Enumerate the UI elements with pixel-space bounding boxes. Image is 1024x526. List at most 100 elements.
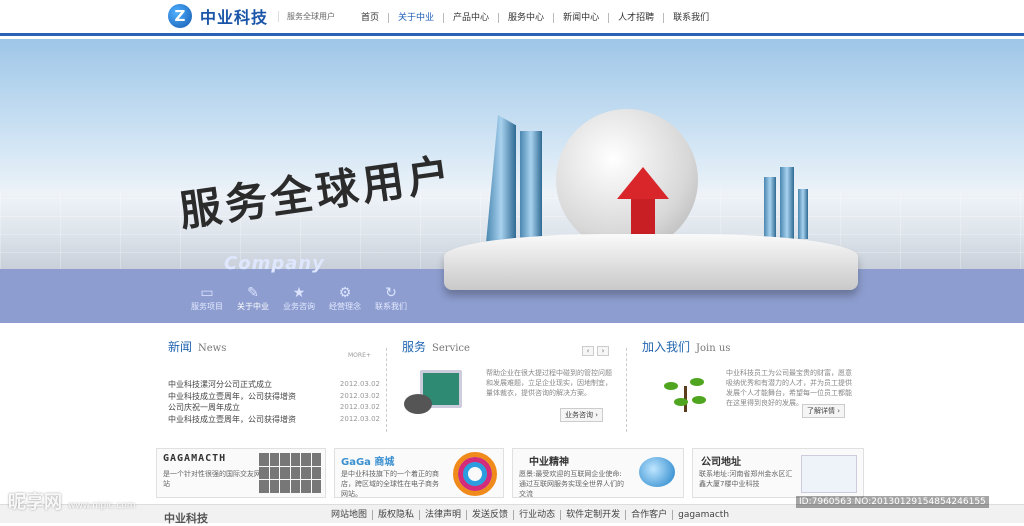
card-spirit[interactable]: 中业精神 愿景:最受欢迎的互联网企业使命:通过互联网服务实现全世界人们的交流 xyxy=(512,448,684,498)
divider xyxy=(626,348,627,432)
footer-logo[interactable]: 中业科技 xyxy=(164,510,208,526)
banner-nav: ▭ 服务项目 ✎ 关于中业 ★ 业务咨询 ⚙ 经营理念 ↻ 联系我们 xyxy=(184,285,414,312)
banner-nav-services[interactable]: ▭ 服务项目 xyxy=(184,285,230,312)
list-item[interactable]: 中业科技成立壹周年，公司获得增资 2012.03.02 xyxy=(168,391,380,403)
prev-button[interactable]: ‹ xyxy=(582,346,594,356)
next-button[interactable]: › xyxy=(597,346,609,356)
nav-item-jobs[interactable]: 人才招聘 xyxy=(608,13,663,23)
card-text: 愿景:最受欢迎的互联网企业使命:通过互联网服务实现全世界人们的交流 xyxy=(519,470,624,498)
card-gaga-mall[interactable]: GaGa 商城 是中业科技旗下的一个着正的商店，跨区域的全球性在电子商务网站。 xyxy=(334,448,504,498)
news-item-title: 公司庆祝一周年成立 xyxy=(168,403,240,412)
news-list: 中业科技漯河分公司正式成立 2012.03.02 中业科技成立壹周年，公司获得增资… xyxy=(168,379,380,425)
news-item-date: 2012.03.02 xyxy=(339,391,380,400)
open-book-illustration xyxy=(444,234,858,290)
promo-cards: GAGAMACTH 是一个针对性很强的国际交友网站 GaGa 商城 是中业科技旗… xyxy=(156,448,864,498)
banner-nav-label: 关于中业 xyxy=(237,302,269,311)
banner-nav-about[interactable]: ✎ 关于中业 xyxy=(230,285,276,312)
map-thumbnail xyxy=(801,455,857,493)
service-title-cn: 服务 xyxy=(402,340,427,354)
banner-nav-label: 服务项目 xyxy=(191,302,223,311)
footer-link-legal[interactable]: 法律声明 xyxy=(419,510,466,520)
card-gagamacth[interactable]: GAGAMACTH 是一个针对性很强的国际交友网站 xyxy=(156,448,326,498)
card-title: GaGa 商城 xyxy=(341,457,395,468)
footer-link-gagamacth[interactable]: gagamacth xyxy=(672,510,734,520)
watermark-logo: 昵享网 xyxy=(8,492,62,513)
photo-tile xyxy=(301,480,311,493)
banner-nav-philosophy[interactable]: ⚙ 经营理念 xyxy=(322,285,368,312)
news-title-en: News xyxy=(198,343,227,354)
footer-link-partners[interactable]: 合作客户 xyxy=(625,510,672,520)
card-title: 中业精神 xyxy=(529,457,569,468)
header-slogan: 服务全球用户 xyxy=(278,10,335,22)
list-item[interactable]: 中业科技漯河分公司正式成立 2012.03.02 xyxy=(168,379,380,391)
service-arrows: ‹ › xyxy=(582,346,609,356)
learn-more-button[interactable]: 了解详情 › xyxy=(802,404,846,418)
content-section: 新闻 News MORE+ 中业科技漯河分公司正式成立 2012.03.02 中业科… xyxy=(156,338,868,438)
photo-tile xyxy=(269,453,279,466)
skyscraper xyxy=(486,115,516,243)
nav-item-about[interactable]: 关于中业 xyxy=(388,13,443,23)
nav-item-service[interactable]: 服务中心 xyxy=(498,13,553,23)
leaf xyxy=(674,398,688,406)
nav-item-news[interactable]: 新闻中心 xyxy=(553,13,608,23)
footer-links: 网站地图 版权隐私 法律声明 发送反馈 行业动态 软件定制开发 合作客户 gag… xyxy=(326,510,734,520)
news-more-link[interactable]: MORE+ xyxy=(348,352,371,359)
photo-tile xyxy=(311,453,321,466)
watermark-left: 昵享网 www.nipic.com xyxy=(8,488,136,514)
join-title-en: Join us xyxy=(696,343,731,354)
footer-link-privacy[interactable]: 版权隐私 xyxy=(372,510,419,520)
service-column: 服务 Service ‹ › 帮助企业在很大提过程中碰到的管控问题和发展难题，立足… xyxy=(402,338,614,422)
nav-item-home[interactable]: 首页 xyxy=(352,13,388,23)
logo-text: 中业科技 xyxy=(200,8,269,27)
card-text: 是中业科技旗下的一个着正的商店，跨区域的全球性在电子商务网站。 xyxy=(341,470,439,498)
photo-tile xyxy=(301,466,311,480)
card-text: 联系地址:河南省郑州金水区汇鑫大厦7楼中业科技 xyxy=(699,470,793,488)
photo-tile xyxy=(259,453,269,466)
photo-tile xyxy=(259,466,269,480)
leaf xyxy=(692,396,706,404)
join-title-cn: 加入我们 xyxy=(642,340,691,354)
gear-icon: ⚙ xyxy=(338,285,352,301)
globe-icon xyxy=(639,457,675,487)
photo-mosaic xyxy=(259,453,321,493)
join-column: 加入我们 Join us 中业科技员工为公司最宝贵的财富，愿意吸纳优秀和有潜力的人… xyxy=(642,338,854,418)
watermark-right: ID:7960563 NO:20130129154854246155 xyxy=(796,496,989,508)
footer-link-software[interactable]: 软件定制开发 xyxy=(560,510,625,520)
leaf xyxy=(690,378,704,386)
photo-tile xyxy=(269,466,279,480)
top-header: Z 中业科技 服务全球用户 首页 关于中业 产品中心 服务中心 新闻中心 人才招… xyxy=(0,0,1024,36)
photo-tile xyxy=(280,453,290,466)
list-item[interactable]: 中业科技成立壹周年，公司获得增资 2012.03.02 xyxy=(168,414,380,426)
pencil-icon: ✎ xyxy=(247,285,259,301)
footer-link-feedback[interactable]: 发送反馈 xyxy=(466,510,513,520)
nav-item-contact[interactable]: 联系我们 xyxy=(663,13,718,23)
photo-tile xyxy=(290,480,300,493)
photo-tile xyxy=(301,453,311,466)
photo-tile xyxy=(311,466,321,480)
skyscraper xyxy=(798,189,808,239)
photo-tile xyxy=(280,466,290,480)
monitor-icon: ▭ xyxy=(200,285,214,301)
banner-nav-consult[interactable]: ★ 业务咨询 xyxy=(276,285,322,312)
consult-button[interactable]: 业务咨询 › xyxy=(560,408,604,422)
join-title: 加入我们 Join us xyxy=(642,338,854,355)
skyscraper xyxy=(764,177,776,239)
leaf xyxy=(664,382,678,390)
news-item-date: 2012.03.02 xyxy=(339,414,380,423)
banner-company: Company xyxy=(224,253,325,274)
photo-tile xyxy=(290,466,300,480)
news-title-cn: 新闻 xyxy=(168,340,193,354)
color-rings-icon xyxy=(453,452,497,496)
list-item[interactable]: 公司庆祝一周年成立 2012.03.02 xyxy=(168,402,380,414)
card-address[interactable]: 公司地址 联系地址:河南省郑州金水区汇鑫大厦7楼中业科技 xyxy=(692,448,864,498)
photo-tile xyxy=(311,480,321,493)
card-text: 是一个针对性很强的国际交友网站 xyxy=(163,470,261,488)
divider xyxy=(386,348,387,432)
footer-link-sitemap[interactable]: 网站地图 xyxy=(326,510,372,520)
nav-item-products[interactable]: 产品中心 xyxy=(443,13,498,23)
banner-nav-contact[interactable]: ↻ 联系我们 xyxy=(368,285,414,312)
card-title: 公司地址 xyxy=(701,457,741,468)
banner-nav-label: 经营理念 xyxy=(329,302,361,311)
logo[interactable]: Z 中业科技 服务全球用户 xyxy=(168,4,335,28)
footer-link-industry[interactable]: 行业动态 xyxy=(513,510,560,520)
